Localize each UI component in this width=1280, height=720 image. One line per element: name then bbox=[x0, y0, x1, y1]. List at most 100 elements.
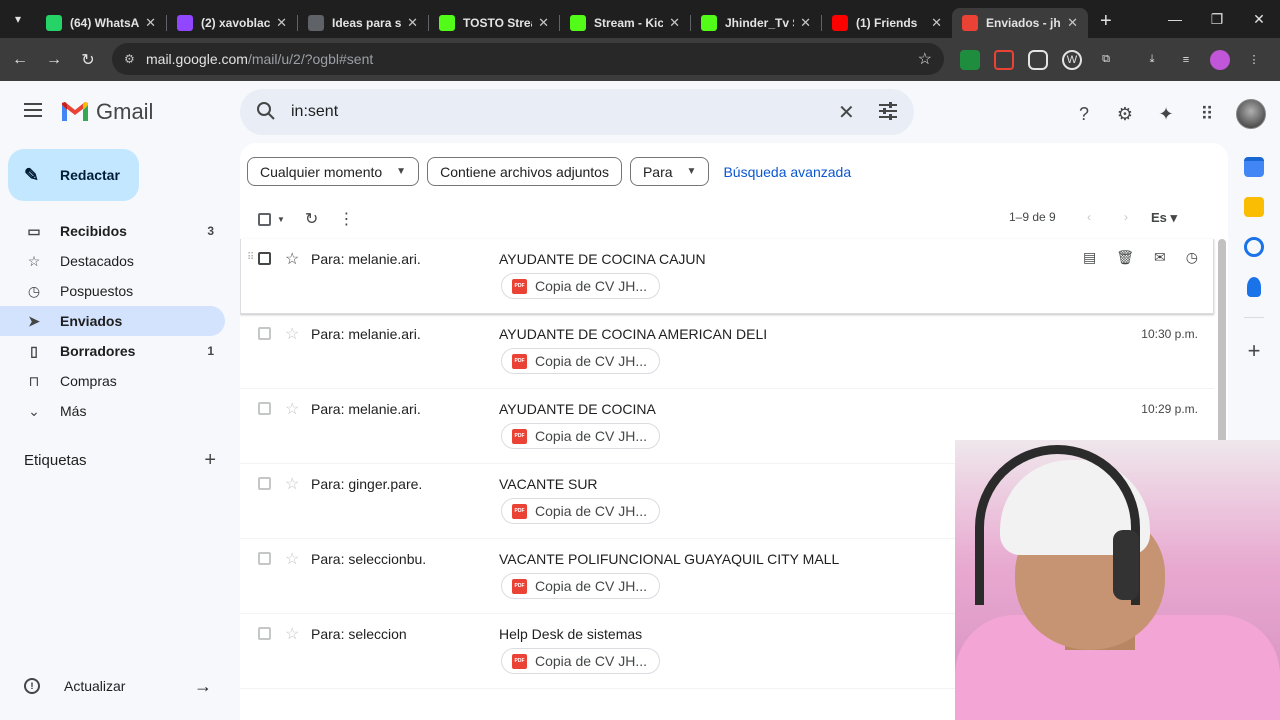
tab-search-icon[interactable]: ▾ bbox=[0, 0, 36, 38]
star-icon[interactable]: ☆ bbox=[285, 624, 299, 644]
next-page-icon[interactable]: › bbox=[1124, 210, 1128, 224]
close-tab-icon[interactable]: ✕ bbox=[931, 15, 942, 31]
select-all-control[interactable]: ▼ bbox=[258, 212, 285, 226]
back-icon[interactable]: ← bbox=[3, 51, 37, 69]
close-tab-icon[interactable]: ✕ bbox=[276, 15, 287, 31]
filter-to-chip[interactable]: Para ▼ bbox=[629, 157, 710, 186]
browser-tab[interactable]: Jhinder_Tv S ✕ bbox=[691, 8, 821, 38]
media-control-icon[interactable]: ≡ bbox=[1176, 50, 1196, 70]
email-row[interactable]: ⠿ ☆ Para: melanie.ari. AYUDANTE DE COCINA C… bbox=[240, 239, 1214, 314]
browser-tab[interactable]: Enviados - jh ✕ bbox=[952, 8, 1088, 38]
settings-gear-icon[interactable]: ⚙ bbox=[1113, 102, 1137, 126]
close-tab-icon[interactable]: ✕ bbox=[145, 15, 156, 31]
sidebar-item-más[interactable]: ⌄ Más bbox=[0, 396, 225, 426]
sidebar-item-enviados[interactable]: ➤ Enviados bbox=[0, 306, 225, 336]
close-tab-icon[interactable]: ✕ bbox=[669, 15, 680, 31]
search-options-icon[interactable] bbox=[878, 101, 898, 121]
sidebar-item-borradores[interactable]: ▯ Borradores 1 bbox=[0, 336, 225, 366]
advanced-search-link[interactable]: Búsqueda avanzada bbox=[723, 164, 851, 180]
star-icon[interactable]: ☆ bbox=[285, 474, 299, 494]
main-menu-icon[interactable] bbox=[24, 103, 42, 121]
gemini-icon[interactable]: ✦ bbox=[1154, 102, 1178, 126]
attachment-chip[interactable]: PDF Copia de CV JH... bbox=[501, 348, 661, 374]
refresh-icon[interactable]: ↻ bbox=[305, 209, 318, 229]
minimize-icon[interactable]: — bbox=[1154, 11, 1196, 27]
more-options-icon[interactable]: ⋮ bbox=[338, 209, 354, 229]
browser-tab[interactable]: (2) xavoblack ✕ bbox=[167, 8, 297, 38]
bookmark-star-icon[interactable]: ☆ bbox=[918, 49, 932, 69]
apps-grid-icon[interactable]: ⠿ bbox=[1195, 102, 1219, 126]
search-icon[interactable] bbox=[256, 101, 276, 121]
cast-icon[interactable] bbox=[994, 49, 1014, 70]
row-checkbox[interactable] bbox=[258, 252, 271, 265]
star-icon[interactable]: ☆ bbox=[285, 249, 299, 269]
close-window-icon[interactable]: ✕ bbox=[1238, 11, 1280, 28]
new-tab-icon[interactable]: + bbox=[1100, 10, 1112, 33]
address-bar[interactable]: ⚙ mail.google.com/mail/u/2/?ogbl#sent ☆ bbox=[112, 43, 944, 75]
attachment-chip[interactable]: PDF Copia de CV JH... bbox=[501, 273, 661, 299]
sidebar-item-recibidos[interactable]: ▭ Recibidos 3 bbox=[0, 216, 225, 246]
row-checkbox[interactable] bbox=[258, 627, 271, 640]
sidebar-item-pospuestos[interactable]: ◷ Pospuestos bbox=[0, 276, 225, 306]
sidebar-item-compras[interactable]: ⊓ Compras bbox=[0, 366, 225, 396]
attachment-chip[interactable]: PDF Copia de CV JH... bbox=[501, 498, 661, 524]
search-bar[interactable]: in:sent ✕ bbox=[240, 89, 914, 135]
site-info-icon[interactable]: ⚙ bbox=[124, 52, 146, 66]
browser-tab[interactable]: TOSTO Stream ✕ bbox=[429, 8, 559, 38]
download-icon[interactable]: ⤓ bbox=[1142, 50, 1162, 70]
sidebar-item-destacados[interactable]: ☆ Destacados bbox=[0, 246, 225, 276]
close-tab-icon[interactable]: ✕ bbox=[538, 15, 549, 31]
filter-attachments-chip[interactable]: Contiene archivos adjuntos bbox=[427, 157, 622, 186]
extension-icon[interactable] bbox=[960, 49, 980, 70]
calendar-icon[interactable] bbox=[1244, 157, 1264, 177]
star-icon[interactable]: ☆ bbox=[285, 549, 299, 569]
gamepad-icon[interactable] bbox=[1028, 49, 1048, 70]
gmail-logo[interactable]: Gmail bbox=[60, 99, 153, 125]
attachment-chip[interactable]: PDF Copia de CV JH... bbox=[501, 423, 661, 449]
keep-icon[interactable] bbox=[1244, 197, 1264, 217]
star-icon[interactable]: ☆ bbox=[285, 324, 299, 344]
browser-tab[interactable]: (64) WhatsApp ✕ bbox=[36, 8, 166, 38]
forward-icon[interactable]: → bbox=[37, 51, 71, 69]
add-label-icon[interactable]: + bbox=[204, 449, 216, 472]
update-bar[interactable]: ! Actualizar → bbox=[24, 676, 216, 697]
clear-search-icon[interactable]: ✕ bbox=[838, 100, 855, 125]
row-checkbox[interactable] bbox=[258, 477, 271, 490]
profile-avatar-icon[interactable] bbox=[1210, 49, 1230, 70]
attachment-chip[interactable]: PDF Copia de CV JH... bbox=[501, 573, 661, 599]
attachment-chip[interactable]: PDF Copia de CV JH... bbox=[501, 648, 661, 674]
row-checkbox[interactable] bbox=[258, 327, 271, 340]
star-icon[interactable]: ☆ bbox=[285, 399, 299, 419]
tasks-icon[interactable] bbox=[1244, 237, 1264, 257]
row-checkbox[interactable] bbox=[258, 402, 271, 415]
browser-tab[interactable]: Ideas para st ✕ bbox=[298, 8, 428, 38]
caret-down-icon[interactable]: ▼ bbox=[277, 215, 285, 224]
wordpress-icon[interactable]: W bbox=[1062, 49, 1082, 70]
close-tab-icon[interactable]: ✕ bbox=[407, 15, 418, 31]
browser-tab[interactable]: (1) Friends ✕ bbox=[822, 8, 952, 38]
reload-icon[interactable]: ↻ bbox=[71, 50, 105, 70]
prev-page-icon[interactable]: ‹ bbox=[1087, 210, 1091, 224]
drag-handle-icon[interactable]: ⠿ bbox=[247, 252, 254, 263]
delete-icon[interactable]: 🗑 bbox=[1116, 249, 1134, 266]
puzzle-icon[interactable]: ⧉ bbox=[1096, 50, 1116, 70]
browser-menu-icon[interactable]: ⋮ bbox=[1244, 50, 1264, 70]
close-tab-icon[interactable]: ✕ bbox=[800, 15, 811, 31]
email-row[interactable]: ☆ Para: melanie.ari. AYUDANTE DE COCINA AM… bbox=[240, 314, 1214, 389]
help-icon[interactable]: ? bbox=[1072, 102, 1096, 126]
contacts-icon[interactable] bbox=[1247, 277, 1261, 297]
mark-unread-icon[interactable]: ✉ bbox=[1154, 249, 1166, 266]
input-language-selector[interactable]: Es ▾ bbox=[1151, 210, 1177, 226]
close-tab-icon[interactable]: ✕ bbox=[1067, 15, 1078, 31]
maximize-icon[interactable]: ❐ bbox=[1196, 11, 1238, 28]
select-all-checkbox[interactable] bbox=[258, 212, 271, 226]
add-addon-icon[interactable]: + bbox=[1236, 338, 1272, 364]
arrow-right-icon[interactable]: → bbox=[194, 676, 212, 697]
filter-time-chip[interactable]: Cualquier momento ▼ bbox=[247, 157, 420, 186]
snooze-icon[interactable]: ◷ bbox=[1186, 249, 1198, 266]
row-checkbox[interactable] bbox=[258, 552, 271, 565]
account-avatar[interactable] bbox=[1236, 99, 1266, 129]
search-input[interactable]: in:sent bbox=[291, 103, 338, 121]
compose-button[interactable]: ✎ Redactar bbox=[8, 149, 139, 201]
browser-tab[interactable]: Stream - Kick ✕ bbox=[560, 8, 690, 38]
